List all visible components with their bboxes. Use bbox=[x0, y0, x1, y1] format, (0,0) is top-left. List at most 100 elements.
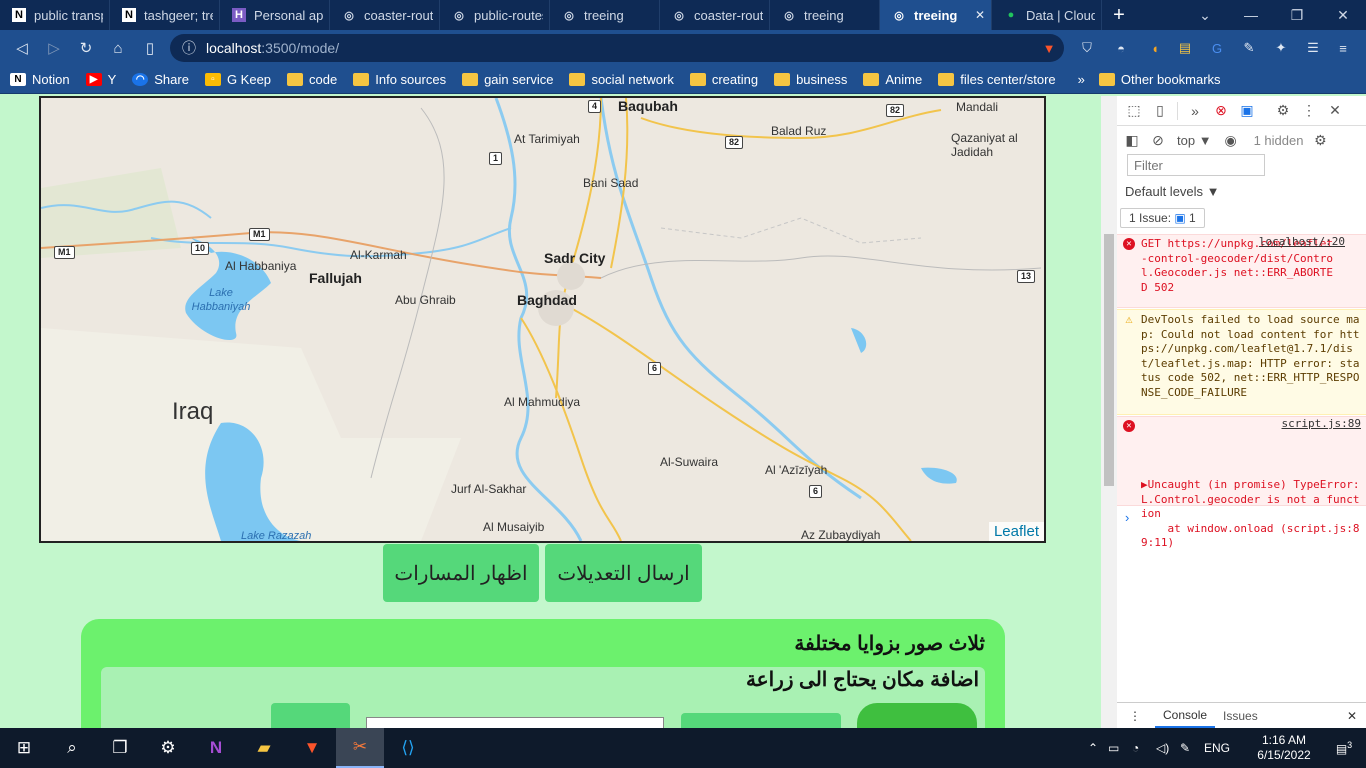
log-levels-select[interactable]: Default levels ▼ bbox=[1125, 184, 1220, 199]
filter-input[interactable]: Filter bbox=[1127, 154, 1265, 176]
browser-tab[interactable]: ◎ treeing bbox=[770, 0, 880, 30]
address-input[interactable]: ⓘ localhost:3500/mode/ bbox=[170, 34, 1064, 62]
more-tabs-icon[interactable]: » bbox=[1182, 98, 1208, 124]
tab-issues[interactable]: Issues bbox=[1215, 705, 1266, 727]
bookmark-folder[interactable]: gain service bbox=[462, 72, 553, 87]
home-icon[interactable]: ⌂ bbox=[102, 34, 134, 62]
language-indicator[interactable]: ENG bbox=[1204, 741, 1244, 755]
menu-icon[interactable]: ≡ bbox=[1332, 37, 1354, 59]
close-drawer-icon[interactable]: ✕ bbox=[1347, 709, 1357, 723]
error-count-icon[interactable]: ⊗ bbox=[1208, 98, 1234, 124]
show-hidden-icons[interactable]: ⌃ bbox=[1088, 741, 1108, 755]
map-label-town: Al-Karmah bbox=[350, 248, 407, 262]
browser-tab[interactable]: ◎ coaster-route bbox=[660, 0, 770, 30]
browser-tab[interactable]: ◎ coaster-route bbox=[330, 0, 440, 30]
snipping-tool-icon[interactable]: ✂ bbox=[336, 728, 384, 768]
globe-icon: ◎ bbox=[674, 9, 684, 22]
reload-icon[interactable]: ↻ bbox=[70, 34, 102, 62]
browser-tab[interactable]: ● Data | Cloud bbox=[992, 0, 1102, 30]
add-location-button[interactable] bbox=[681, 713, 841, 728]
leaflet-map[interactable]: Baqubah Sadr City Baghdad Fallujah Iraq … bbox=[39, 96, 1046, 543]
more-bookmarks-icon[interactable]: » bbox=[1078, 72, 1085, 87]
send-button[interactable] bbox=[271, 703, 350, 728]
back-icon[interactable]: ◁ bbox=[6, 34, 38, 62]
inspect-icon[interactable]: ⬚ bbox=[1121, 98, 1147, 124]
location-input[interactable] bbox=[366, 717, 664, 728]
minimize-icon[interactable]: — bbox=[1228, 0, 1274, 30]
browser-tab[interactable]: ◎public-routes; bbox=[440, 0, 550, 30]
forward-icon[interactable]: ▷ bbox=[38, 34, 70, 62]
new-tab-button[interactable]: + bbox=[1102, 0, 1136, 30]
add-image-button[interactable] bbox=[857, 703, 977, 728]
translate-icon[interactable]: G bbox=[1206, 37, 1228, 59]
bookmark-folder[interactable]: files center/store bbox=[938, 72, 1056, 87]
leaflet-attribution-link[interactable]: Leaflet bbox=[988, 522, 1044, 541]
tab-search-icon[interactable]: ⌄ bbox=[1182, 0, 1228, 30]
notification-icon[interactable]: ▤3 bbox=[1324, 740, 1364, 756]
browser-tab[interactable]: ◎ treeing bbox=[550, 0, 660, 30]
info-icon[interactable]: ⓘ bbox=[182, 38, 196, 58]
send-edits-button[interactable]: ارسال التعديلات bbox=[545, 544, 702, 602]
clear-console-icon[interactable]: ⊘ bbox=[1145, 127, 1171, 153]
brave-icon[interactable]: ▼ bbox=[288, 728, 336, 768]
close-devtools-icon[interactable]: ✕ bbox=[1322, 98, 1348, 124]
issues-badge[interactable]: 1 Issue: ▣ 1 bbox=[1120, 208, 1205, 228]
restore-icon[interactable]: ❐ bbox=[1274, 0, 1320, 30]
brave-shields-icon[interactable]: ▼ bbox=[1038, 37, 1060, 59]
close-tab-icon[interactable]: ✕ bbox=[975, 8, 985, 22]
clock[interactable]: 1:16 AM 6/15/2022 bbox=[1244, 733, 1324, 763]
console-prompt[interactable]: › bbox=[1125, 510, 1129, 525]
bookmark-folder[interactable]: Info sources bbox=[353, 72, 446, 87]
eye-icon[interactable]: ◉ bbox=[1218, 127, 1244, 153]
search-icon[interactable]: ⌕ bbox=[48, 728, 96, 768]
extension-icon[interactable]: ▤ bbox=[1174, 37, 1196, 59]
settings-gear-icon[interactable]: ⚙ bbox=[1270, 98, 1296, 124]
file-explorer-icon[interactable]: ▰ bbox=[240, 728, 288, 768]
bookmark-youtube[interactable]: ▶ Y bbox=[85, 72, 116, 87]
hidden-count: 1 hidden bbox=[1253, 132, 1304, 148]
page-scrollbar[interactable] bbox=[1101, 96, 1117, 728]
extension-icon[interactable]: ◖ bbox=[1144, 37, 1166, 59]
battery-icon[interactable]: ▭ bbox=[1108, 741, 1132, 755]
wallet-icon[interactable]: ◓ bbox=[1110, 37, 1132, 59]
bookmark-share[interactable]: ◠ Share bbox=[132, 72, 189, 87]
bookmark-keep[interactable]: ▫ G Keep bbox=[204, 72, 271, 87]
bookmark-folder[interactable]: social network bbox=[569, 72, 674, 87]
bookmark-folder[interactable]: creating bbox=[689, 72, 758, 87]
bookmark-notion[interactable]: N Notion bbox=[10, 72, 70, 87]
other-bookmarks[interactable]: Other bookmarks bbox=[1098, 72, 1221, 87]
browser-tab[interactable]: Ntashgeer; tree bbox=[110, 0, 220, 30]
tab-console[interactable]: Console bbox=[1155, 704, 1216, 728]
bookmark-folder[interactable]: business bbox=[774, 72, 847, 87]
source-link[interactable]: localhost/:20 bbox=[1259, 235, 1345, 250]
message-count-icon[interactable]: ▣ bbox=[1234, 98, 1260, 124]
console-settings-icon[interactable]: ⚙ bbox=[1307, 127, 1333, 153]
show-routes-button[interactable]: اظهار المسارات bbox=[383, 544, 539, 602]
windows-start-icon[interactable]: ⊞ bbox=[0, 728, 48, 768]
playlist-icon[interactable]: ☰ bbox=[1302, 37, 1324, 59]
drawer-menu-icon[interactable]: ⋮ bbox=[1129, 709, 1141, 723]
sidebar-toggle-icon[interactable]: ◧ bbox=[1119, 127, 1145, 153]
bookmark-folder[interactable]: code bbox=[287, 72, 337, 87]
browser-tab[interactable]: Npublic transpo bbox=[0, 0, 110, 30]
wifi-icon[interactable]: ◔ bbox=[1132, 741, 1156, 755]
close-window-icon[interactable]: ✕ bbox=[1320, 0, 1366, 30]
browser-tab[interactable]: HPersonal apps bbox=[220, 0, 330, 30]
extension-icon[interactable]: ✎ bbox=[1238, 37, 1260, 59]
extensions-icon[interactable]: ✦ bbox=[1270, 37, 1292, 59]
settings-icon[interactable]: ⚙ bbox=[144, 728, 192, 768]
context-select[interactable]: top ▼ bbox=[1177, 133, 1212, 148]
onenote-icon[interactable]: N bbox=[192, 728, 240, 768]
device-toolbar-icon[interactable]: ▯ bbox=[1147, 98, 1173, 124]
bookmark-folder[interactable]: Anime bbox=[863, 72, 922, 87]
source-link[interactable]: script.js:89 bbox=[1282, 417, 1361, 432]
add-place-section: اضافة مكان يحتاج الى زراعة bbox=[101, 667, 985, 728]
kebab-menu-icon[interactable]: ⋮ bbox=[1296, 98, 1322, 124]
bookmark-icon[interactable]: ▯ bbox=[134, 34, 166, 62]
task-view-icon[interactable]: ❐ bbox=[96, 728, 144, 768]
vscode-icon[interactable]: ⟨⟩ bbox=[384, 728, 432, 768]
rewards-icon[interactable]: ⛉ bbox=[1076, 37, 1098, 59]
pen-icon[interactable]: ✎ bbox=[1180, 741, 1204, 755]
browser-tab-active[interactable]: ◎ treeing ✕ bbox=[880, 0, 992, 30]
volume-icon[interactable]: ◁) bbox=[1156, 741, 1180, 755]
